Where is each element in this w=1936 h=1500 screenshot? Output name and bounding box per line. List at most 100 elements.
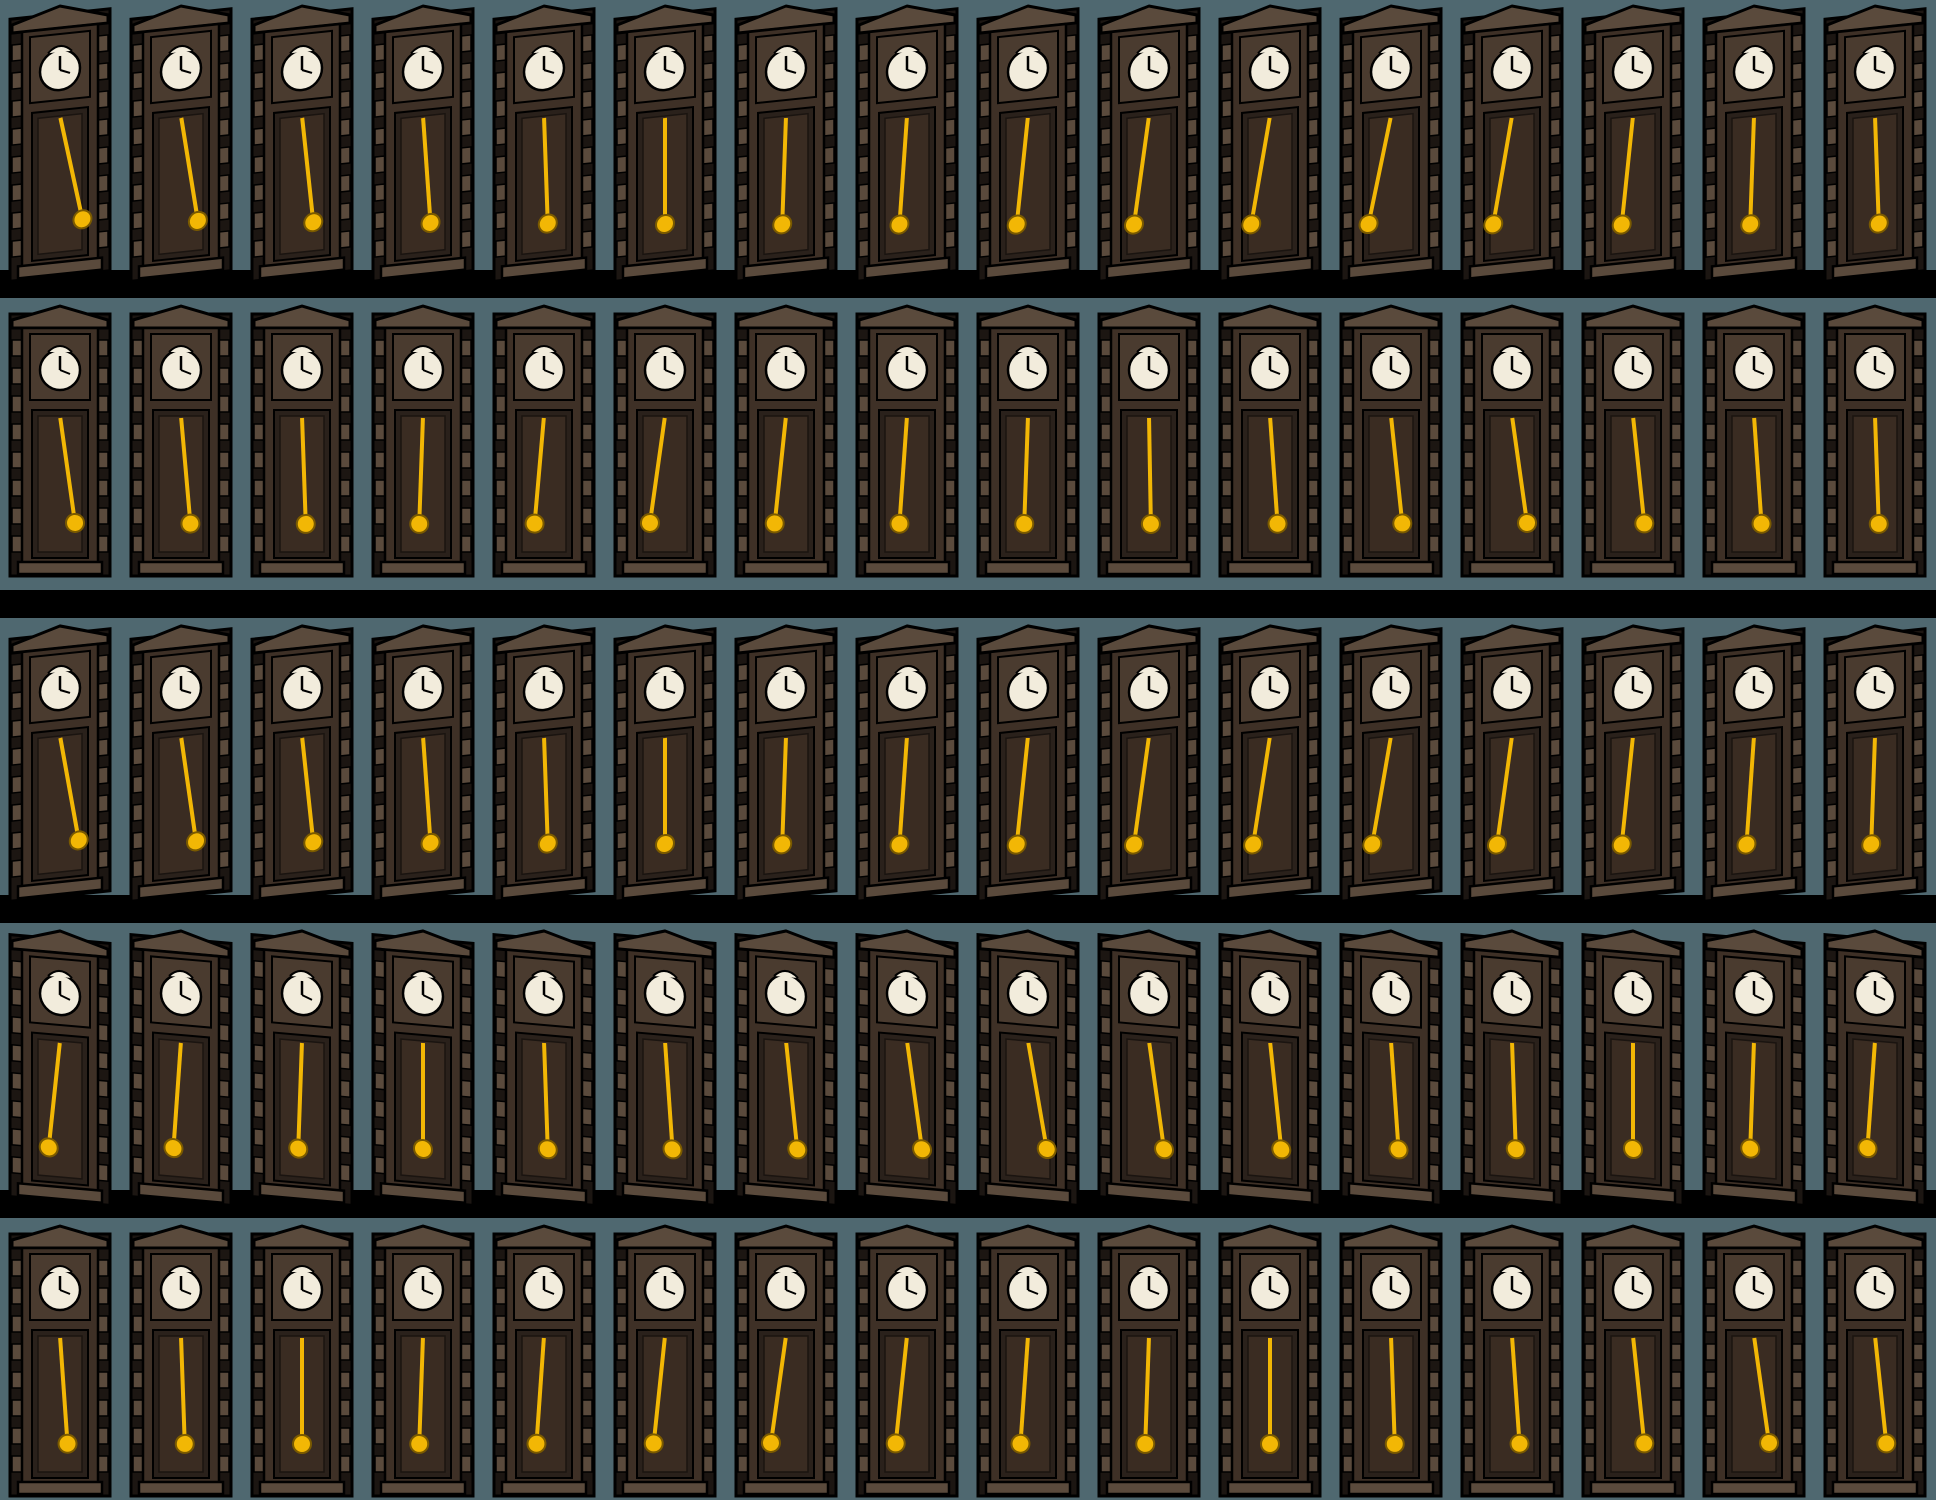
grandfather-clock-icon bbox=[855, 1224, 959, 1498]
grandfather-clock-sprite bbox=[613, 925, 717, 1208]
clock-crown bbox=[1825, 304, 1925, 330]
grandfather-clock-sprite bbox=[1339, 0, 1443, 283]
grandfather-clock-icon bbox=[1339, 929, 1443, 1208]
clock-base bbox=[1468, 560, 1556, 576]
grandfather-clock-icon bbox=[976, 304, 1080, 578]
clock-crown bbox=[1704, 1224, 1804, 1250]
clock-base bbox=[1105, 1480, 1193, 1496]
grandfather-clock-icon bbox=[1218, 624, 1322, 903]
grandfather-clock-icon bbox=[1823, 4, 1927, 283]
clock-base bbox=[1226, 1480, 1314, 1496]
grandfather-clock-sprite bbox=[1581, 300, 1685, 580]
grandfather-clock-sprite bbox=[250, 0, 354, 283]
grandfather-clock-sprite bbox=[1581, 0, 1685, 283]
grandfather-clock-icon bbox=[1460, 1224, 1564, 1498]
clock-crown bbox=[1099, 304, 1199, 330]
grandfather-clock-sprite bbox=[855, 300, 959, 580]
grandfather-clock-sprite bbox=[1702, 0, 1806, 283]
grandfather-clock-sprite bbox=[8, 300, 112, 580]
clock-crown bbox=[131, 304, 231, 330]
grandfather-clock-icon bbox=[1823, 929, 1927, 1208]
grandfather-clock-icon bbox=[1702, 4, 1806, 283]
grandfather-clock-icon bbox=[1460, 4, 1564, 283]
grandfather-clock-icon bbox=[492, 4, 596, 283]
grandfather-clock-icon bbox=[1823, 624, 1927, 903]
grandfather-clock-icon bbox=[492, 304, 596, 578]
clock-base bbox=[1589, 1480, 1677, 1496]
grandfather-clock-sprite bbox=[8, 1220, 112, 1500]
grandfather-clock-icon bbox=[855, 929, 959, 1208]
clock-base bbox=[379, 560, 467, 576]
grandfather-clock-icon bbox=[1339, 4, 1443, 283]
clock-base bbox=[1710, 560, 1798, 576]
clock-base bbox=[137, 1480, 225, 1496]
grandfather-clock-icon bbox=[1581, 929, 1685, 1208]
clock-base bbox=[1589, 560, 1677, 576]
clock-crown bbox=[857, 1224, 957, 1250]
grandfather-clock-sprite bbox=[613, 620, 717, 903]
grandfather-clock-sprite bbox=[855, 0, 959, 283]
grandfather-clock-sprite bbox=[1460, 300, 1564, 580]
clock-crown bbox=[1099, 1224, 1199, 1250]
grandfather-clock-icon bbox=[1702, 624, 1806, 903]
grandfather-clock-icon bbox=[1823, 304, 1927, 578]
grandfather-clock-icon bbox=[613, 624, 717, 903]
grandfather-clock-icon bbox=[1339, 1224, 1443, 1498]
clock-base bbox=[500, 1480, 588, 1496]
grandfather-clock-icon bbox=[855, 624, 959, 903]
grandfather-clock-icon bbox=[1097, 4, 1201, 283]
grandfather-clock-icon bbox=[1460, 304, 1564, 578]
grandfather-clock-icon bbox=[1218, 929, 1322, 1208]
grandfather-clock-icon bbox=[1339, 304, 1443, 578]
grandfather-clock-sprite bbox=[855, 925, 959, 1208]
clock-crown bbox=[1825, 1224, 1925, 1250]
grandfather-clock-sprite bbox=[1823, 0, 1927, 283]
grandfather-clock-icon bbox=[1097, 1224, 1201, 1498]
grandfather-clock-icon bbox=[129, 1224, 233, 1498]
grandfather-clock-icon bbox=[613, 304, 717, 578]
grandfather-clock-icon bbox=[976, 1224, 1080, 1498]
grandfather-clock-icon bbox=[976, 929, 1080, 1208]
clock-crown bbox=[1583, 304, 1683, 330]
grandfather-clock-icon bbox=[613, 929, 717, 1208]
grandfather-clock-icon bbox=[250, 1224, 354, 1498]
grandfather-clock-sprite bbox=[734, 1220, 838, 1500]
grandfather-clock-icon bbox=[8, 624, 112, 903]
grandfather-clock-sprite bbox=[8, 620, 112, 903]
grandfather-clock-sprite bbox=[250, 300, 354, 580]
clock-crown bbox=[857, 304, 957, 330]
grandfather-clock-icon bbox=[976, 624, 1080, 903]
grandfather-clock-sprite bbox=[734, 0, 838, 283]
clock-crown bbox=[978, 304, 1078, 330]
clock-crown bbox=[10, 1224, 110, 1250]
clock-base bbox=[1105, 560, 1193, 576]
clock-crown bbox=[494, 1224, 594, 1250]
clock-crown bbox=[1583, 1224, 1683, 1250]
grandfather-clock-sprite bbox=[976, 0, 1080, 283]
grandfather-clock-sprite bbox=[129, 1220, 233, 1500]
grandfather-clock-sprite bbox=[1823, 620, 1927, 903]
grandfather-clock-icon bbox=[250, 304, 354, 578]
clock-crown bbox=[131, 1224, 231, 1250]
grandfather-clock-sprite bbox=[1097, 1220, 1201, 1500]
sprite-sheet bbox=[0, 0, 1936, 1500]
clock-crown bbox=[252, 1224, 352, 1250]
grandfather-clock-sprite bbox=[492, 300, 596, 580]
grandfather-clock-sprite bbox=[1581, 925, 1685, 1208]
grandfather-clock-icon bbox=[734, 929, 838, 1208]
clock-crown bbox=[1341, 1224, 1441, 1250]
grandfather-clock-icon bbox=[734, 4, 838, 283]
clock-base bbox=[742, 1480, 830, 1496]
clock-base bbox=[1226, 560, 1314, 576]
grandfather-clock-icon bbox=[1218, 4, 1322, 283]
clock-crown bbox=[1220, 1224, 1320, 1250]
grandfather-clock-sprite bbox=[1702, 300, 1806, 580]
clock-base bbox=[984, 560, 1072, 576]
grandfather-clock-sprite bbox=[613, 0, 717, 283]
grandfather-clock-icon bbox=[1581, 4, 1685, 283]
grandfather-clock-sprite bbox=[250, 1220, 354, 1500]
clock-crown bbox=[1341, 304, 1441, 330]
grandfather-clock-sprite bbox=[1460, 620, 1564, 903]
grandfather-clock-icon bbox=[492, 624, 596, 903]
grandfather-clock-sprite bbox=[976, 925, 1080, 1208]
